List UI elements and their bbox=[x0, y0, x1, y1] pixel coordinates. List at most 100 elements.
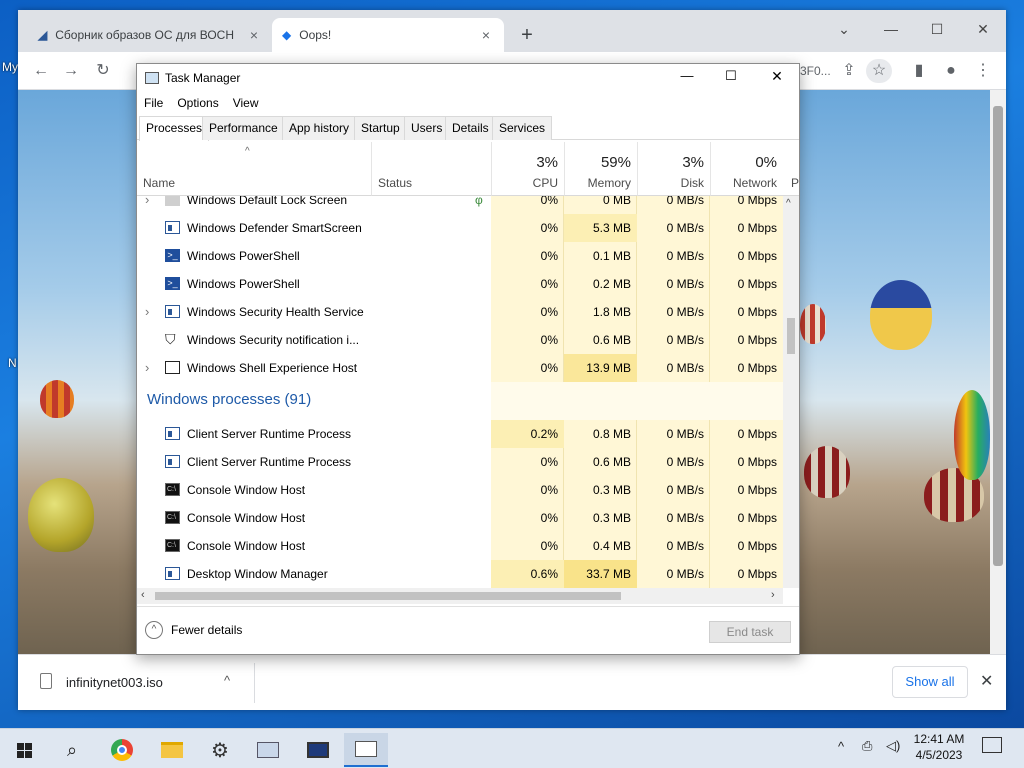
share-icon[interactable]: ⇪ bbox=[836, 59, 862, 83]
table-row[interactable]: › Windows Security Health Service 0% 1.8… bbox=[137, 298, 783, 326]
monitor-app-icon[interactable] bbox=[296, 733, 340, 767]
browser-tab-active[interactable]: ◆ Oops! × bbox=[272, 18, 504, 52]
column-header-power[interactable]: P bbox=[783, 142, 799, 196]
search-icon[interactable]: ⌕ bbox=[50, 733, 94, 767]
memory-cell: 0.2 MB bbox=[592, 277, 631, 291]
desktop-icon-label[interactable]: N bbox=[8, 356, 17, 370]
scroll-up-icon[interactable]: ^ bbox=[786, 198, 791, 209]
maximize-button[interactable]: ☐ bbox=[914, 16, 960, 42]
end-task-button[interactable]: End task bbox=[709, 621, 791, 643]
menu-view[interactable]: View bbox=[226, 92, 266, 114]
group-header[interactable]: Windows processes (91) bbox=[137, 382, 783, 420]
profile-icon[interactable]: ● bbox=[938, 59, 964, 83]
new-tab-button[interactable]: + bbox=[515, 24, 539, 48]
table-row[interactable]: Desktop Window Manager 0.6% 33.7 MB 0 MB… bbox=[137, 560, 783, 588]
bookmark-star-icon[interactable]: ☆ bbox=[866, 59, 892, 83]
expand-chevron-icon[interactable]: › bbox=[145, 298, 149, 326]
close-download-bar-button[interactable]: ✕ bbox=[980, 671, 993, 691]
chevron-up-icon[interactable]: ^ bbox=[224, 673, 230, 688]
balloon-image bbox=[954, 390, 990, 480]
scroll-left-icon[interactable]: ‹ bbox=[141, 589, 145, 601]
back-button[interactable]: ← bbox=[28, 59, 54, 83]
reload-button[interactable]: ↻ bbox=[90, 59, 116, 83]
chevron-up-icon[interactable]: ^ bbox=[838, 739, 844, 754]
tab-users[interactable]: Users bbox=[404, 116, 450, 140]
column-header-memory[interactable]: 59% Memory bbox=[564, 142, 637, 196]
memory-cell: 1.8 MB bbox=[592, 305, 631, 319]
process-name: Client Server Runtime Process bbox=[187, 455, 352, 469]
browser-tab[interactable]: ◢ Сборник образов ОС для ВОСН × bbox=[28, 18, 272, 52]
scrollbar-thumb[interactable] bbox=[993, 106, 1003, 566]
chevron-down-icon[interactable]: ⌄ bbox=[821, 16, 867, 42]
close-button[interactable]: ✕ bbox=[759, 68, 795, 85]
close-tab-icon[interactable]: × bbox=[478, 27, 494, 43]
column-header-network[interactable]: 0% Network bbox=[710, 142, 783, 196]
fewer-details-link[interactable]: Fewer details bbox=[171, 623, 242, 637]
close-tab-icon[interactable]: × bbox=[246, 27, 262, 43]
table-row[interactable]: C:\ Console Window Host 0% 0.3 MB 0 MB/s… bbox=[137, 504, 783, 532]
column-header-disk[interactable]: 3% Disk bbox=[637, 142, 710, 196]
list-vertical-scrollbar[interactable]: ^ bbox=[783, 196, 799, 588]
expand-chevron-icon[interactable]: › bbox=[145, 354, 149, 382]
table-row[interactable]: >_ Windows PowerShell 0% 0.2 MB 0 MB/s 0… bbox=[137, 270, 783, 298]
list-horizontal-scrollbar[interactable]: ‹ › bbox=[137, 588, 783, 604]
leaf-icon: φ bbox=[475, 196, 483, 207]
volume-icon[interactable]: ◁) bbox=[886, 738, 900, 754]
desktop-icon-label[interactable]: My bbox=[2, 60, 18, 74]
tab-startup[interactable]: Startup bbox=[354, 116, 407, 140]
clock[interactable]: 12:41 AM 4/5/2023 bbox=[908, 732, 970, 762]
chevron-up-icon[interactable]: ^ bbox=[145, 621, 163, 639]
network-icon[interactable]: ⎙ bbox=[862, 738, 872, 754]
chrome-icon[interactable] bbox=[100, 733, 144, 767]
table-row[interactable]: C:\ Console Window Host 0% 0.3 MB 0 MB/s… bbox=[137, 476, 783, 504]
menu-options[interactable]: Options bbox=[170, 92, 225, 114]
table-row[interactable]: C:\ Console Window Host 0% 0.4 MB 0 MB/s… bbox=[137, 532, 783, 560]
process-name: Windows Default Lock Screen bbox=[187, 196, 348, 207]
table-row[interactable]: › Windows Shell Experience Host 0% 13.9 … bbox=[137, 354, 783, 382]
page-scrollbar[interactable] bbox=[990, 90, 1006, 654]
forward-button[interactable]: → bbox=[58, 59, 84, 83]
sidebar-icon[interactable]: ▮ bbox=[906, 59, 932, 83]
tab-performance[interactable]: Performance bbox=[202, 116, 285, 140]
download-filename[interactable]: infinitynet003.iso bbox=[66, 675, 163, 690]
maximize-button[interactable]: ☐ bbox=[713, 68, 749, 84]
console-icon: C:\ bbox=[165, 511, 180, 524]
file-explorer-icon[interactable] bbox=[150, 733, 194, 767]
url-fragment[interactable]: 3F0... bbox=[800, 64, 831, 78]
menu-icon[interactable]: ⋮ bbox=[970, 59, 996, 83]
show-all-button[interactable]: Show all bbox=[892, 666, 968, 698]
scrollbar-thumb[interactable] bbox=[155, 592, 621, 600]
tab-app-history[interactable]: App history bbox=[282, 116, 357, 140]
minimize-button[interactable]: — bbox=[868, 16, 914, 42]
minimize-button[interactable]: — bbox=[669, 68, 705, 83]
table-row[interactable]: Client Server Runtime Process 0% 0.6 MB … bbox=[137, 448, 783, 476]
settings-gear-icon[interactable]: ⚙ bbox=[198, 733, 242, 767]
task-manager-taskbar-icon[interactable] bbox=[344, 733, 388, 767]
close-button[interactable]: ✕ bbox=[960, 16, 1006, 42]
table-row[interactable]: Windows Defender SmartScreen 0% 5.3 MB 0… bbox=[137, 214, 783, 242]
tab-services[interactable]: Services bbox=[492, 116, 553, 140]
column-header-cpu[interactable]: 3% CPU bbox=[491, 142, 564, 196]
scroll-right-icon[interactable]: › bbox=[771, 589, 775, 601]
table-row[interactable]: ⛉ Windows Security notification i... 0% … bbox=[137, 326, 783, 354]
scrollbar-thumb[interactable] bbox=[787, 318, 795, 354]
memory-cell: 0.6 MB bbox=[592, 333, 631, 347]
balloon-image bbox=[800, 304, 826, 344]
table-row[interactable]: Client Server Runtime Process 0.2% 0.8 M… bbox=[137, 420, 783, 448]
memory-cell: 0.6 MB bbox=[592, 455, 631, 469]
expand-chevron-icon[interactable]: › bbox=[145, 196, 149, 214]
table-row[interactable]: › Windows Default Lock Screen φ 0% 0 MB … bbox=[137, 196, 783, 214]
tab-processes[interactable]: Processes bbox=[139, 116, 210, 141]
process-name: Windows PowerShell bbox=[187, 249, 300, 263]
tab-details[interactable]: Details bbox=[445, 116, 496, 140]
cpu-total: 3% bbox=[536, 154, 558, 171]
menu-file[interactable]: File bbox=[137, 92, 170, 114]
tab-strip: ◢ Сборник образов ОС для ВОСН × ◆ Oops! … bbox=[18, 10, 1006, 52]
network-computer-icon[interactable] bbox=[246, 733, 290, 767]
memory-cell: 0.3 MB bbox=[592, 511, 631, 525]
windows-start-icon[interactable] bbox=[2, 733, 46, 767]
table-row[interactable]: >_ Windows PowerShell 0% 0.1 MB 0 MB/s 0… bbox=[137, 242, 783, 270]
notification-icon[interactable] bbox=[982, 737, 1002, 753]
column-header-status[interactable]: Status bbox=[371, 142, 491, 196]
column-header-name[interactable]: ^ Name bbox=[137, 142, 371, 196]
